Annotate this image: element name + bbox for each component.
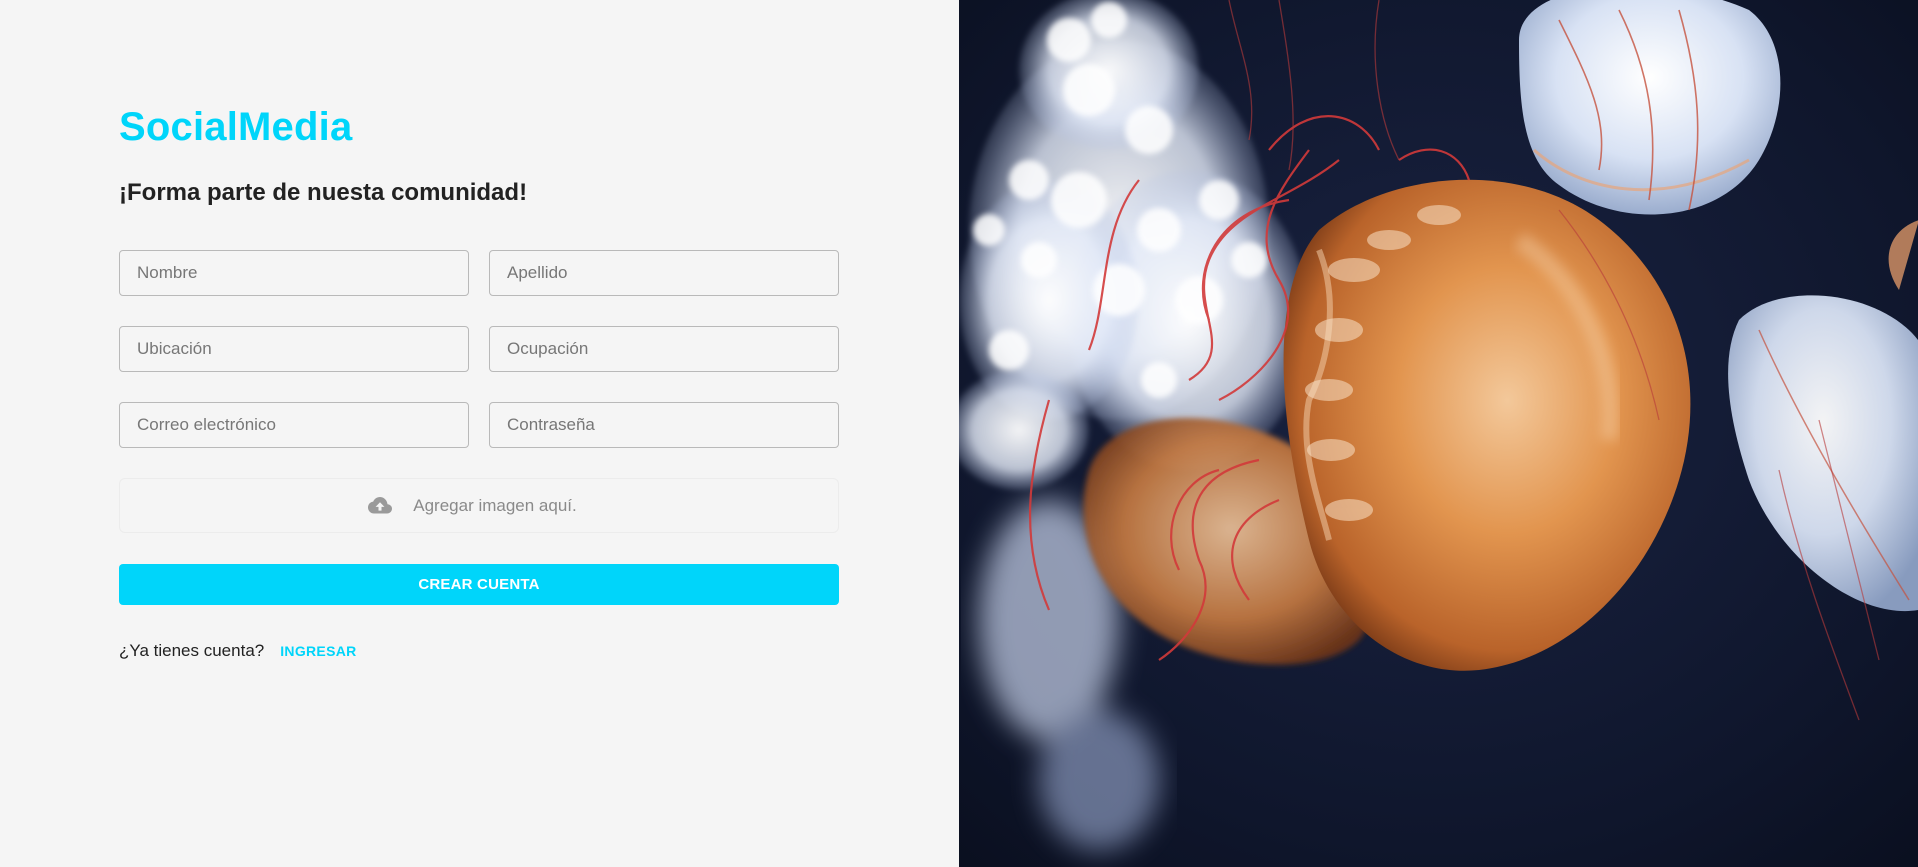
login-link[interactable]: INGRESAR: [280, 643, 356, 659]
signup-panel: SocialMedia ¡Forma parte de nuesta comun…: [0, 0, 959, 867]
occupation-field[interactable]: [489, 326, 839, 372]
cloud-upload-icon: [368, 496, 393, 513]
jellyfish-photo: [959, 0, 1918, 867]
password-field[interactable]: [489, 402, 839, 448]
brand-logo: SocialMedia: [119, 105, 353, 149]
last-name-field[interactable]: [489, 250, 839, 296]
location-field[interactable]: [119, 326, 469, 372]
first-name-field[interactable]: [119, 250, 469, 296]
email-field[interactable]: [119, 402, 469, 448]
login-question: ¿Ya tienes cuenta?: [119, 641, 265, 660]
login-prompt-row: ¿Ya tienes cuenta? INGRESAR: [119, 641, 357, 661]
hero-image: [959, 0, 1918, 867]
image-dropzone[interactable]: Agregar imagen aquí.: [119, 478, 839, 533]
dropzone-label: Agregar imagen aquí.: [413, 495, 577, 515]
create-account-button[interactable]: CREAR CUENTA: [119, 564, 839, 605]
page-title: ¡Forma parte de nuesta comunidad!: [119, 179, 528, 206]
